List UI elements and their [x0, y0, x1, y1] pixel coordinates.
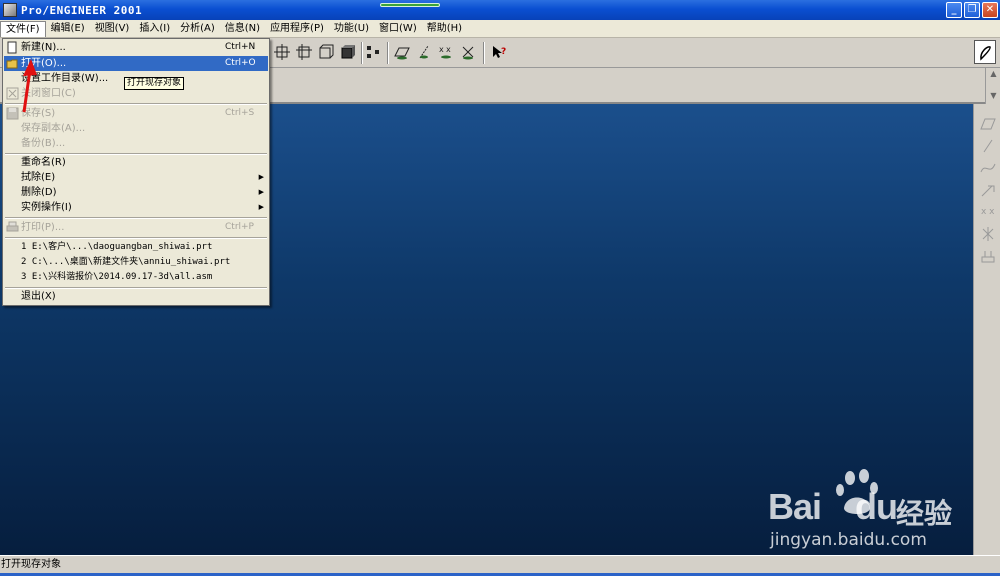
submenu-arrow-icon: ▶ [258, 173, 264, 181]
menu-window[interactable]: 窗口(W) [374, 21, 422, 37]
red-annotation-arrow-icon [22, 59, 37, 113]
datum-plane-button[interactable] [392, 42, 412, 62]
message-scrollbar[interactable]: ▲ ▼ [985, 68, 1000, 104]
menu-utilities[interactable]: 功能(U) [329, 21, 374, 37]
toolbar-separator [387, 42, 389, 64]
minimize-button[interactable]: _ [946, 2, 962, 18]
right-feature-toolbar: x x [973, 104, 1000, 555]
svg-text:x: x [446, 45, 451, 54]
menu-rename[interactable]: 重命名(R) [4, 155, 268, 170]
sb-analysis-button[interactable] [980, 248, 996, 264]
svg-text:x: x [439, 45, 444, 54]
restore-button[interactable]: ❐ [964, 2, 980, 18]
app-icon [3, 3, 17, 17]
csys-icon [982, 227, 994, 241]
model-tree-button[interactable] [363, 42, 383, 62]
datum-point-button[interactable]: xx [436, 42, 456, 62]
menu-recent-2[interactable]: 2 C:\...\桌面\新建文件夹\anniu_shiwai.prt [4, 255, 268, 270]
baidu-jingyan-watermark: Bai du 经验 jingyan.baidu.com [768, 468, 988, 558]
submenu-arrow-icon: ▶ [258, 203, 264, 211]
menu-applications[interactable]: 应用程序(P) [265, 21, 329, 37]
status-bar: 打开现存对象 [0, 555, 1000, 576]
sb-sketch-button[interactable] [980, 182, 996, 198]
menu-info[interactable]: 信息(N) [220, 21, 265, 37]
plane-icon [980, 118, 996, 130]
context-help-button[interactable]: ? [489, 42, 509, 62]
datum-plane-icon [394, 47, 410, 60]
view-top-icon [296, 44, 312, 60]
menu-save-copy[interactable]: 保存副本(A)... [4, 121, 268, 136]
axis-icon [983, 139, 993, 153]
sb-plane-button[interactable] [980, 116, 996, 132]
sb-point-button[interactable]: x x [980, 204, 996, 220]
menu-print[interactable]: 打印(P)... Ctrl+P [4, 220, 268, 235]
menu-backup[interactable]: 备份(B)... [4, 136, 268, 151]
sb-csys-button[interactable] [980, 226, 996, 242]
view-front-button[interactable] [272, 42, 292, 62]
menu-edit[interactable]: 编辑(E) [46, 21, 90, 37]
menu-view[interactable]: 视图(V) [90, 21, 135, 37]
scroll-up-icon[interactable]: ▲ [988, 69, 999, 79]
menu-bar: 文件(F) 编辑(E) 视图(V) 插入(I) 分析(A) 信息(N) 应用程序… [0, 20, 1000, 38]
coordinate-system-icon [462, 46, 474, 60]
sb-curve-button[interactable] [980, 160, 996, 176]
print-icon [6, 221, 19, 232]
svg-text:?: ? [501, 47, 506, 57]
menu-separator [5, 237, 267, 239]
analysis-icon [981, 251, 995, 263]
close-button[interactable]: ✕ [982, 2, 998, 18]
new-file-icon [7, 41, 17, 54]
point-icon: x x [981, 207, 995, 217]
datum-axis-button[interactable] [414, 42, 434, 62]
window-title: Pro/ENGINEER 2001 [21, 3, 143, 17]
menu-separator [5, 217, 267, 219]
menu-recent-3[interactable]: 3 E:\兴科谐报价\2014.09.17-3d\all.asm [4, 270, 268, 285]
menu-delete[interactable]: 删除(D) ▶ [4, 185, 268, 200]
menu-instance[interactable]: 实例操作(I) ▶ [4, 200, 268, 215]
curve-icon [980, 163, 996, 173]
sb-axis-button[interactable] [980, 138, 996, 154]
menu-new[interactable]: 新建(N)... Ctrl+N [4, 40, 268, 55]
wireframe-button[interactable] [316, 42, 336, 62]
context-help-icon: ? [493, 46, 506, 58]
wireframe-icon [319, 44, 334, 59]
datum-point-icon: xx [439, 45, 451, 59]
title-bar: Pro/ENGINEER 2001 _ ❐ ✕ [0, 0, 1000, 20]
title-drag-grip [380, 3, 440, 7]
watermark-cn: 经验 [896, 497, 953, 530]
menu-erase[interactable]: 拭除(E) ▶ [4, 170, 268, 185]
menu-file[interactable]: 文件(F) [0, 20, 46, 37]
model-tree-icon [367, 46, 379, 58]
tooltip: 打开现存对象 [124, 77, 185, 90]
status-text: 打开现存对象 [1, 559, 61, 570]
view-top-button[interactable] [294, 42, 314, 62]
svg-text:x x: x x [981, 207, 995, 217]
paw-logo-icon [836, 469, 878, 514]
menu-help[interactable]: 帮助(H) [422, 21, 467, 37]
submenu-arrow-icon: ▶ [258, 188, 264, 196]
pen-icon [980, 46, 991, 61]
coordinate-system-button[interactable] [458, 42, 478, 62]
sketch-button[interactable] [974, 40, 996, 64]
menu-recent-1[interactable]: 1 E:\客户\...\daoguangban_shiwai.prt [4, 240, 268, 255]
datum-axis-icon [419, 45, 429, 59]
scroll-down-icon[interactable]: ▼ [988, 91, 999, 101]
menu-exit[interactable]: 退出(X) [4, 289, 268, 304]
menu-insert[interactable]: 插入(I) [134, 21, 175, 37]
shading-button[interactable] [338, 42, 358, 62]
watermark-url: jingyan.baidu.com [770, 530, 927, 550]
view-front-icon [274, 44, 290, 60]
sketch-icon [981, 185, 995, 197]
shaded-cube-icon [341, 45, 355, 59]
toolbar-separator [483, 42, 485, 64]
menu-analysis[interactable]: 分析(A) [175, 21, 220, 37]
